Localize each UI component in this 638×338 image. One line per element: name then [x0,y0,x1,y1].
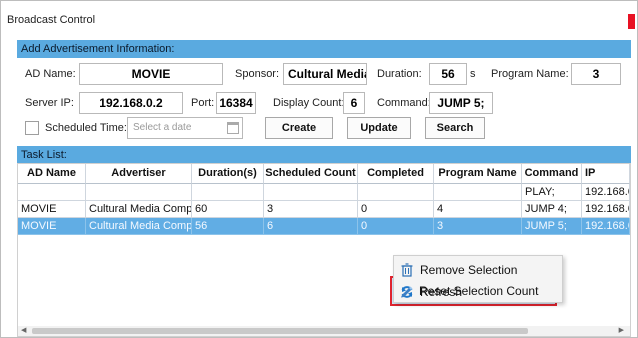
column-header-duration[interactable]: Duration(s) [192,164,264,184]
cell-advertiser: Cultural Media Company [86,201,192,218]
trash-icon [401,263,413,277]
sponsor-label: Sponsor: [235,68,280,80]
cell-ip: 192.168.0.2 [582,184,630,201]
cell-ad-name: MOVIE [18,218,86,235]
column-header-scheduled-count[interactable]: Scheduled Count [264,164,358,184]
program-name-input[interactable]: 3 [571,63,621,85]
calendar-icon[interactable] [227,122,239,134]
add-ad-section-header: Add Advertisement Information: [17,40,631,58]
cell-program-name [434,184,522,201]
update-button[interactable]: Update [347,117,411,139]
cell-program-name: 3 [434,218,522,235]
broadcast-control-window: Broadcast Control Add Advertisement Info… [0,0,638,338]
cell-scheduled-count: 3 [264,201,358,218]
duration-input[interactable]: 56 [429,63,467,85]
menu-item-label: Remove Selection [420,263,518,277]
scroll-left-icon[interactable]: ◀ [21,327,26,334]
cell-program-name: 4 [434,201,522,218]
column-header-ip[interactable]: IP [582,164,630,184]
date-picker-input[interactable]: Select a date [127,117,243,139]
title-bar: Broadcast Control [1,1,637,35]
ad-name-input[interactable]: MOVIE [79,63,223,85]
cell-duration: 56 [192,218,264,235]
cell-command: JUMP 4; [522,201,582,218]
cell-duration [192,184,264,201]
cell-ip: 192.168.0.2 [582,201,630,218]
duration-label: Duration: [377,68,422,80]
server-ip-input[interactable]: 192.168.0.2 [79,92,183,114]
task-list-grid: AD Name Advertiser Duration(s) Scheduled… [17,163,631,337]
close-button[interactable] [628,14,635,29]
cell-scheduled-count: 6 [264,218,358,235]
column-header-program-name[interactable]: Program Name [434,164,522,184]
port-label: Port: [191,97,215,109]
port-input[interactable]: 16384 [216,92,256,114]
scheduled-time-label: Scheduled Time: [45,122,127,134]
cell-command: JUMP 5; [522,218,582,235]
column-header-ad-name[interactable]: AD Name [18,164,86,184]
grid-header-row: AD Name Advertiser Duration(s) Scheduled… [18,164,630,184]
command-label: Command: [377,97,431,109]
display-count-label: Display Count: [273,97,345,109]
search-button[interactable]: Search [425,117,485,139]
column-header-advertiser[interactable]: Advertiser [86,164,192,184]
server-ip-label: Server IP: [25,97,74,109]
cell-completed: 0 [358,218,434,235]
cell-ad-name [18,184,86,201]
column-header-command[interactable]: Command [522,164,582,184]
table-row[interactable]: MOVIE Cultural Media Company 60 3 0 4 JU… [18,201,630,218]
column-header-completed[interactable]: Completed [358,164,434,184]
menu-item-label: Reset Selection Count [419,284,539,298]
cell-advertiser: Cultural Media Company [86,218,192,235]
horizontal-scrollbar[interactable]: ◀ ▶ [18,326,630,336]
table-row-selected[interactable]: MOVIE Cultural Media Company 56 6 0 3 JU… [18,218,630,235]
pencil-icon [401,286,413,298]
create-button[interactable]: Create [265,117,333,139]
scrollbar-thumb[interactable] [32,328,528,334]
scheduled-checkbox[interactable] [25,121,39,135]
cell-scheduled-count [264,184,358,201]
cell-advertiser [86,184,192,201]
duration-unit: s [470,68,476,80]
cell-command: PLAY; [522,184,582,201]
cell-ad-name: MOVIE [18,201,86,218]
sponsor-input[interactable]: Cultural Media [283,63,367,85]
window-title: Broadcast Control [7,14,96,26]
menu-item-reset-selection-count[interactable]: Reset Selection Count [393,280,553,302]
task-list-header: Task List: [17,146,631,164]
add-ad-form: AD Name: MOVIE Sponsor: Cultural Media D… [17,58,631,148]
cell-completed [358,184,434,201]
command-input[interactable]: JUMP 5; [429,92,493,114]
table-row[interactable]: PLAY; 192.168.0.2 [18,184,630,201]
cell-duration: 60 [192,201,264,218]
display-count-input[interactable]: 6 [343,92,365,114]
cell-completed: 0 [358,201,434,218]
ad-name-label: AD Name: [25,68,76,80]
menu-item-remove-selection[interactable]: Remove Selection [394,259,562,281]
cell-ip: 192.168.0.2 [582,218,630,235]
scroll-right-icon[interactable]: ▶ [619,327,624,334]
program-name-label: Program Name: [491,68,569,80]
